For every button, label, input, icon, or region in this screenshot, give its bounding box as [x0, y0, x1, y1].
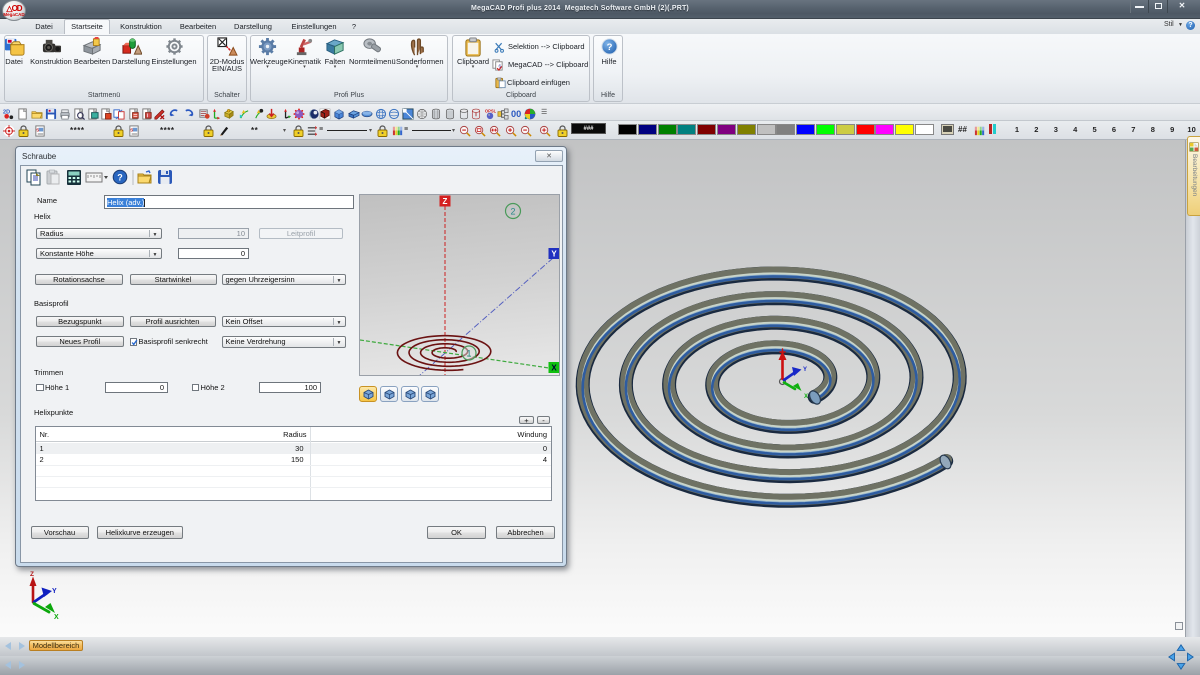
svg-text:X: X [551, 364, 557, 373]
svg-text:Z: Z [442, 197, 447, 206]
svg-text:Y: Y [52, 588, 57, 595]
svg-text:?: ? [117, 173, 123, 183]
svg-text:Y: Y [803, 367, 807, 373]
svg-text:Z: Z [30, 571, 34, 578]
svg-text:S: S [131, 127, 134, 132]
svg-text:6: 6 [498, 63, 501, 68]
svg-text:Y: Y [551, 250, 557, 259]
svg-text:2: 2 [510, 207, 515, 217]
svg-text:?: ? [606, 42, 612, 53]
svg-text:1: 1 [466, 349, 471, 359]
svg-text:X: X [804, 394, 808, 400]
svg-text:S: S [36, 127, 39, 132]
svg-text:X: X [54, 614, 59, 621]
svg-text:00: 00 [511, 109, 521, 119]
